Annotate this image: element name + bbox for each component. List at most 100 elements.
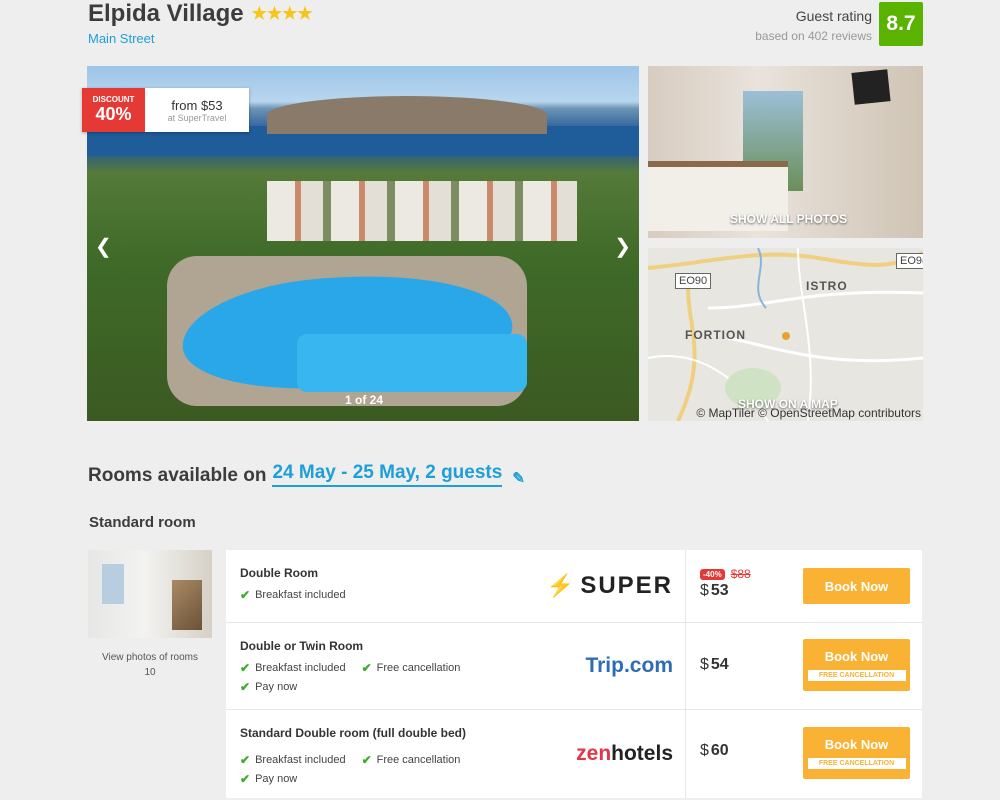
- discount-provider: at SuperTravel: [167, 112, 227, 123]
- offer-discount-badge: -40%: [700, 568, 725, 580]
- availability-heading: Rooms available on 24 May - 25 May, 2 gu…: [88, 462, 525, 487]
- photo-houses: [267, 181, 577, 241]
- offer-features: ✔ Breakfast included ✔ Free cancellation ✔…: [240, 753, 490, 786]
- feature-label: Pay now: [255, 773, 298, 785]
- show-all-photos-link[interactable]: SHOW ALL PHOTOS: [730, 212, 847, 226]
- currency-symbol: $: [700, 656, 709, 673]
- photo-pool-lower: [297, 334, 527, 392]
- from-price: from $53: [171, 97, 223, 113]
- offer-room-name: Standard Double room (full double bed): [240, 726, 466, 740]
- feature-label: Pay now: [255, 681, 298, 693]
- lightning-icon: ⚡: [546, 573, 577, 598]
- currency-symbol: $: [700, 582, 709, 599]
- offer-price: $60: [700, 742, 729, 760]
- guest-rating: Guest rating based on 402 reviews: [755, 8, 872, 43]
- check-icon: ✔: [240, 661, 251, 675]
- offer-info: Standard Double room (full double bed) ✔…: [226, 710, 686, 798]
- hotel-name: Elpida Village: [88, 0, 244, 27]
- book-label: Book Now: [824, 648, 889, 664]
- discount-price-box: from $53 at SuperTravel: [145, 88, 249, 132]
- date-guest-selector[interactable]: 24 May - 25 May, 2 guests: [272, 462, 503, 487]
- discount-badge[interactable]: DISCOUNT 40% from $53 at SuperTravel: [82, 88, 249, 132]
- provider-name: SUPER: [580, 572, 673, 599]
- offer-row: Standard Double room (full double bed) ✔…: [226, 710, 922, 798]
- view-room-photos-link[interactable]: View photos of rooms 10: [96, 650, 204, 680]
- check-icon: ✔: [361, 661, 372, 675]
- thumb-stairs: [172, 580, 202, 630]
- feature-label: Breakfast included: [255, 589, 346, 601]
- rating-score-badge[interactable]: 8.7: [879, 2, 923, 46]
- provider-zen: zen: [576, 742, 612, 765]
- book-now-button[interactable]: Book Now FREE CANCELLATION: [803, 727, 910, 779]
- offer-price-cell: -40% $88 $53 Book Now: [686, 550, 922, 622]
- check-icon: ✔: [240, 680, 251, 694]
- offer-old-price: $88: [730, 567, 751, 581]
- town-label-fortion: FORTION: [685, 328, 746, 342]
- offer-price-cell: $60 Book Now FREE CANCELLATION: [686, 710, 922, 798]
- currency-symbol: $: [700, 742, 709, 759]
- offer-info: Double Room ✔ Breakfast included ⚡ SUPER: [226, 550, 686, 622]
- check-icon: ✔: [361, 753, 372, 767]
- book-label: Book Now: [824, 736, 889, 752]
- location-map[interactable]: EO90 EO9( ISTRO FORTION SHOW ON A MAP © …: [648, 248, 923, 421]
- pencil-icon[interactable]: ✎: [512, 469, 525, 487]
- feature-item: ✔ Breakfast included: [240, 753, 346, 767]
- availability-prefix: Rooms available on: [88, 465, 267, 486]
- offer-discount: -40% $88: [700, 567, 751, 581]
- discount-red-box: DISCOUNT 40%: [82, 88, 145, 132]
- price-value: 53: [710, 582, 729, 599]
- offers-table: Double Room ✔ Breakfast included ⚡ SUPER -…: [226, 550, 922, 798]
- chevron-left-icon[interactable]: ❮: [95, 234, 112, 259]
- feature-item: ✔ Free cancellation: [362, 753, 461, 767]
- feature-item: ✔ Pay now: [240, 680, 297, 694]
- hotel-title-row: Elpida Village ★★★★: [88, 0, 313, 28]
- road-label-eo90-right: EO9(: [896, 253, 923, 269]
- feature-item: ✔ Breakfast included: [240, 661, 346, 675]
- room-photo[interactable]: SHOW ALL PHOTOS: [648, 66, 923, 238]
- street-link[interactable]: Main Street: [88, 31, 154, 46]
- offer-room-name: Double or Twin Room: [240, 639, 364, 653]
- road-label-eo90: EO90: [675, 273, 712, 289]
- map-attribution[interactable]: © MapTiler © OpenStreetMap contributors: [696, 406, 921, 420]
- free-cancellation-tag: FREE CANCELLATION: [806, 756, 907, 770]
- book-label: Book Now: [824, 578, 889, 594]
- free-cancellation-tag: FREE CANCELLATION: [806, 668, 907, 682]
- price-value: 60: [710, 742, 729, 759]
- feature-label: Free cancellation: [376, 662, 461, 674]
- offer-price-cell: $54 Book Now FREE CANCELLATION: [686, 623, 922, 709]
- offer-row: Double or Twin Room ✔ Breakfast included …: [226, 623, 922, 710]
- photo-mountain: [267, 96, 547, 134]
- chevron-right-icon[interactable]: ❯: [614, 234, 631, 259]
- book-now-button[interactable]: Book Now: [803, 568, 910, 604]
- offer-info: Double or Twin Room ✔ Breakfast included …: [226, 623, 686, 709]
- book-now-button[interactable]: Book Now FREE CANCELLATION: [803, 639, 910, 691]
- feature-item: ✔ Pay now: [240, 772, 297, 786]
- provider-logo-zenhotels[interactable]: zenhotels: [576, 742, 673, 766]
- review-count: based on 402 reviews: [755, 29, 872, 43]
- photo-counter: 1 of 24: [345, 393, 384, 407]
- check-icon: ✔: [240, 588, 251, 602]
- town-label-istro: ISTRO: [806, 279, 848, 293]
- star-rating-icon: ★★★★: [251, 4, 313, 23]
- discount-label: DISCOUNT: [92, 95, 135, 104]
- offer-price: $54: [700, 656, 729, 674]
- feature-label: Breakfast included: [255, 662, 346, 674]
- provider-hotels: hotels: [611, 742, 673, 765]
- price-value: 54: [710, 656, 729, 673]
- feature-label: Breakfast included: [255, 754, 346, 766]
- feature-label: Free cancellation: [376, 754, 461, 766]
- provider-logo-trip[interactable]: Trip.com: [585, 654, 673, 678]
- discount-percent: 40%: [95, 104, 132, 124]
- offer-features: ✔ Breakfast included ✔ Free cancellation ✔…: [240, 661, 490, 694]
- thumb-window: [102, 564, 124, 604]
- offer-price: $53: [700, 582, 729, 600]
- room-section-title: Standard room: [89, 514, 196, 531]
- check-icon: ✔: [240, 772, 251, 786]
- check-icon: ✔: [240, 753, 251, 767]
- room-thumbnail[interactable]: [88, 550, 212, 638]
- feature-item: ✔ Breakfast included: [240, 588, 346, 602]
- provider-logo-super[interactable]: ⚡ SUPER: [547, 572, 673, 600]
- guest-rating-label: Guest rating: [795, 8, 872, 24]
- feature-item: ✔ Free cancellation: [362, 661, 461, 675]
- offer-row: Double Room ✔ Breakfast included ⚡ SUPER -…: [226, 550, 922, 623]
